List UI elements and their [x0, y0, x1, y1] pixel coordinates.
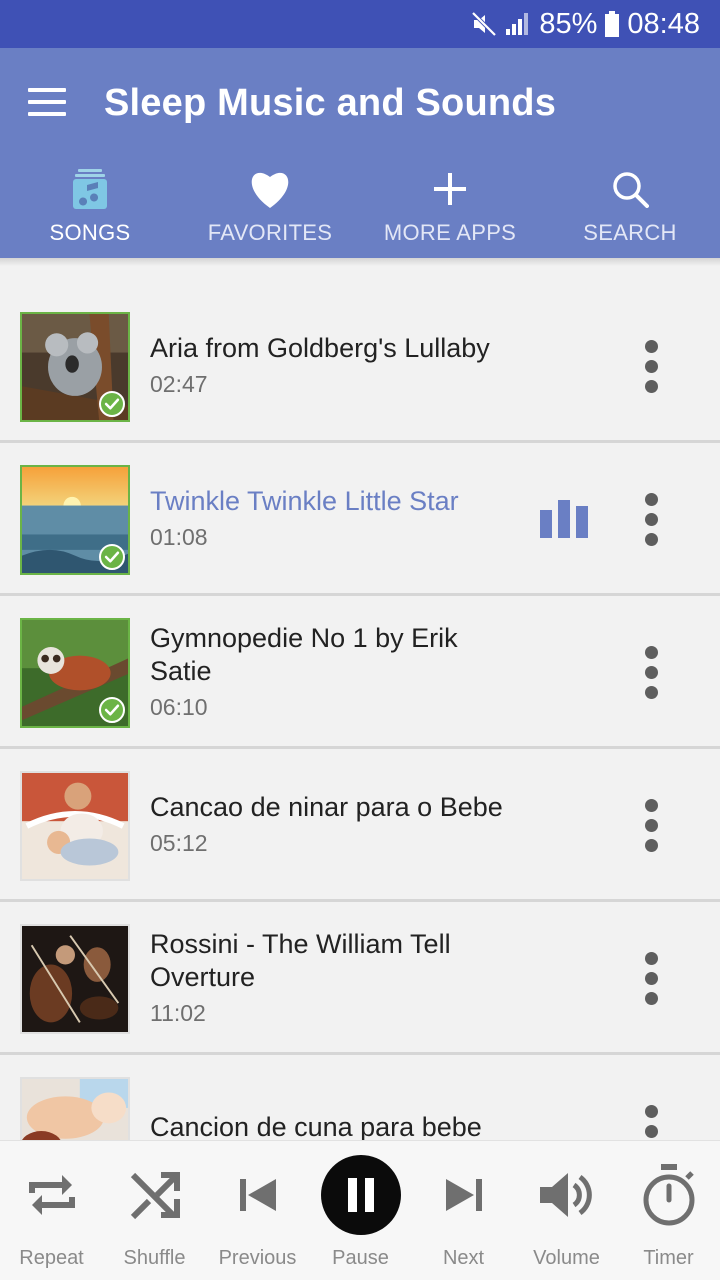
shuffle-label: Shuffle [123, 1247, 186, 1269]
song-info: Cancion de cuna para bebe [150, 1055, 510, 1141]
more-options-icon[interactable] [638, 646, 666, 700]
menu-icon[interactable] [28, 88, 68, 120]
signal-icon [505, 12, 531, 36]
skip-next-icon [442, 1155, 486, 1235]
song-list: Aria from Goldberg's Lullaby 02:47 Twink… [0, 290, 720, 1140]
song-duration: 05:12 [150, 830, 208, 856]
song-thumbnail [20, 924, 130, 1034]
song-title: Twinkle Twinkle Little Star [150, 486, 459, 516]
music-library-icon [73, 164, 107, 214]
previous-button[interactable]: Previous [206, 1155, 309, 1275]
repeat-button[interactable]: Repeat [0, 1155, 103, 1275]
timer-label: Timer [643, 1247, 694, 1269]
more-options-icon[interactable] [638, 799, 666, 853]
song-title: Rossini - The William Tell Overture [150, 928, 451, 992]
repeat-label: Repeat [19, 1247, 84, 1269]
song-thumbnail [20, 1077, 130, 1140]
tab-more-apps-label: MORE APPS [383, 220, 517, 245]
app-bar: Sleep Music and Sounds SONGS FAVORITES M… [0, 48, 720, 258]
previous-label: Previous [218, 1247, 297, 1269]
tab-search[interactable]: SEARCH [540, 164, 720, 258]
now-playing-equalizer-icon [540, 498, 590, 538]
song-thumbnail [20, 618, 130, 728]
volume-icon [538, 1155, 596, 1235]
volume-label: Volume [533, 1247, 600, 1269]
song-title: Aria from Goldberg's Lullaby [150, 333, 490, 363]
song-title: Gymnopedie No 1 by Erik Satie [150, 622, 458, 686]
downloaded-check-icon [99, 697, 125, 723]
song-row[interactable]: Rossini - The William Tell Overture 11:0… [0, 902, 720, 1055]
song-title: Cancion de cuna para bebe [150, 1111, 482, 1141]
timer-icon [641, 1155, 697, 1235]
shuffle-icon [127, 1155, 183, 1235]
more-options-icon[interactable] [638, 340, 666, 394]
pause-icon [320, 1155, 401, 1235]
tab-songs-label: SONGS [49, 220, 131, 245]
battery-icon [605, 11, 620, 37]
pause-button[interactable]: Pause [309, 1155, 412, 1275]
song-thumbnail [20, 771, 130, 881]
status-bar: 85% 08:48 [0, 0, 720, 48]
heart-icon [248, 164, 292, 214]
song-info: Cancao de ninar para o Bebe 05:12 [150, 749, 510, 899]
tab-songs[interactable]: SONGS [0, 164, 180, 258]
next-label: Next [442, 1247, 485, 1269]
song-duration: 11:02 [150, 999, 206, 1026]
song-info: Aria from Goldberg's Lullaby 02:47 [150, 290, 510, 440]
song-title: Cancao de ninar para o Bebe [150, 792, 503, 822]
skip-previous-icon [236, 1155, 280, 1235]
player-controls: Repeat Shuffle Previous Pause Next Volum… [0, 1140, 720, 1280]
song-thumbnail [20, 312, 130, 422]
battery-percent: 85% [539, 7, 598, 40]
song-info: Rossini - The William Tell Overture 11:0… [150, 902, 510, 1052]
downloaded-check-icon [99, 391, 125, 417]
tab-favorites[interactable]: FAVORITES [180, 164, 360, 258]
song-info: Gymnopedie No 1 by Erik Satie 06:10 [150, 596, 510, 746]
more-options-icon[interactable] [638, 952, 666, 1006]
downloaded-check-icon [99, 544, 125, 570]
app-bar-shadow [0, 258, 720, 266]
tab-more-apps[interactable]: MORE APPS [360, 164, 540, 258]
next-button[interactable]: Next [412, 1155, 515, 1275]
tab-favorites-label: FAVORITES [207, 220, 333, 245]
more-options-icon[interactable] [638, 493, 666, 547]
song-row[interactable]: Cancao de ninar para o Bebe 05:12 [0, 749, 720, 902]
tab-bar: SONGS FAVORITES MORE APPS SEARCH [0, 164, 720, 258]
app-title: Sleep Music and Sounds [104, 82, 557, 124]
repeat-icon [24, 1155, 80, 1235]
song-thumbnail [20, 465, 130, 575]
timer-button[interactable]: Timer [617, 1155, 720, 1275]
plus-icon [433, 164, 467, 214]
song-info: Twinkle Twinkle Little Star 01:08 [150, 443, 510, 593]
more-options-icon[interactable] [638, 1105, 666, 1140]
song-row[interactable]: Gymnopedie No 1 by Erik Satie 06:10 [0, 596, 720, 749]
search-icon [611, 164, 649, 214]
tab-search-label: SEARCH [583, 220, 677, 245]
song-duration: 06:10 [150, 693, 208, 720]
song-duration: 01:08 [150, 524, 208, 550]
song-row[interactable]: Twinkle Twinkle Little Star 01:08 [0, 443, 720, 596]
song-row[interactable]: Cancion de cuna para bebe [0, 1055, 720, 1140]
song-duration: 02:47 [150, 371, 208, 397]
mute-icon [471, 11, 497, 37]
volume-button[interactable]: Volume [515, 1155, 618, 1275]
shuffle-button[interactable]: Shuffle [103, 1155, 206, 1275]
pause-label: Pause [332, 1247, 389, 1269]
song-row[interactable]: Aria from Goldberg's Lullaby 02:47 [0, 290, 720, 443]
clock: 08:48 [627, 7, 700, 40]
